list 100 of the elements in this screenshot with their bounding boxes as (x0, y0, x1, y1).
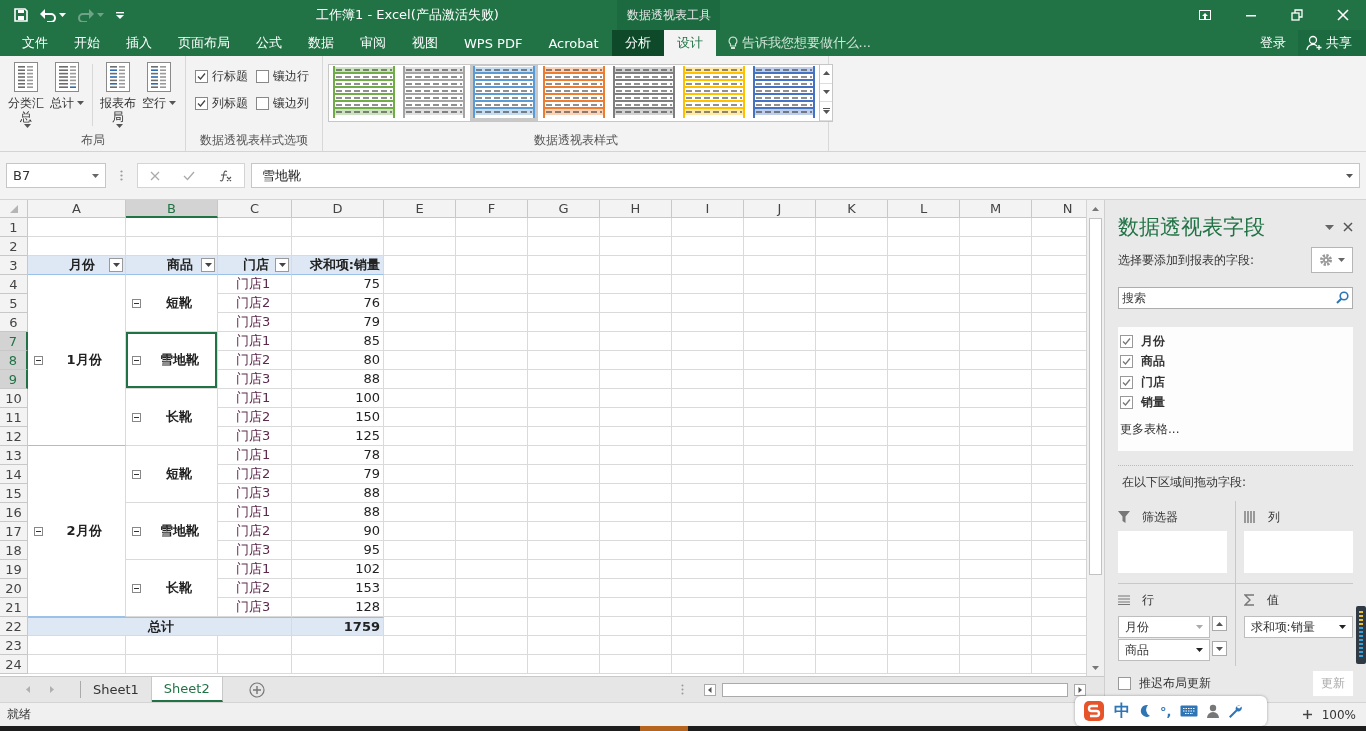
defer-checkbox[interactable]: 推迟布局更新 (1118, 675, 1211, 692)
option-checkbox[interactable]: 行标题 (195, 68, 248, 85)
layout-button[interactable]: 空行 (140, 62, 178, 110)
column-header[interactable]: J (744, 200, 816, 218)
person-icon[interactable] (1207, 704, 1220, 718)
ribbon-tab[interactable]: 开始 (61, 30, 113, 56)
row-header[interactable]: 20 (0, 579, 28, 598)
row-header[interactable]: 11 (0, 408, 28, 427)
horizontal-scrollbar-thumb[interactable] (722, 682, 1068, 697)
collapse-icon[interactable] (34, 526, 43, 536)
row-header[interactable]: 23 (0, 636, 28, 655)
collapse-icon[interactable] (132, 583, 141, 593)
filter-dropdown-button[interactable] (275, 258, 289, 272)
scroll-right-icon[interactable] (1074, 683, 1086, 696)
formula-field[interactable]: 雪地靴 (251, 163, 1360, 188)
row-header[interactable]: 12 (0, 427, 28, 446)
collapse-icon[interactable] (132, 526, 141, 536)
column-header[interactable]: L (888, 200, 960, 218)
scroll-left-icon[interactable] (704, 683, 716, 696)
row-header[interactable]: 17 (0, 522, 28, 541)
row-header[interactable]: 19 (0, 560, 28, 579)
column-header[interactable]: B (126, 200, 218, 218)
option-checkbox[interactable]: 镶边行 (256, 68, 309, 85)
ribbon-tab[interactable]: 视图 (399, 30, 451, 56)
customize-button[interactable] (114, 9, 126, 21)
row-header[interactable]: 22 (0, 617, 28, 636)
layout-button[interactable]: 分类汇总 (7, 62, 45, 128)
more-tables-link[interactable]: 更多表格... (1120, 421, 1351, 438)
row-header[interactable]: 14 (0, 465, 28, 484)
moon-icon[interactable] (1139, 704, 1151, 718)
filter-dropdown-button[interactable] (201, 258, 215, 272)
field-checkbox[interactable]: 商品 (1120, 351, 1351, 372)
filter-dropdown-button[interactable] (109, 258, 123, 272)
keyboard-icon[interactable] (1180, 705, 1199, 717)
row-header[interactable]: 18 (0, 541, 28, 560)
wrench-icon[interactable] (1228, 704, 1243, 718)
sheet-tab[interactable]: Sheet2 (151, 677, 223, 702)
ribbon-tab[interactable]: 插入 (113, 30, 165, 56)
column-header[interactable]: A (28, 200, 126, 218)
row-header[interactable]: 2 (0, 237, 28, 256)
share-button[interactable]: 共享 (1298, 30, 1366, 56)
row-header[interactable]: 1 (0, 218, 28, 237)
row-header[interactable]: 24 (0, 655, 28, 674)
column-header[interactable]: K (816, 200, 888, 218)
table-style-thumbnail[interactable] (613, 66, 675, 118)
column-header[interactable]: I (672, 200, 744, 218)
column-header[interactable]: D (292, 200, 384, 218)
collapse-icon[interactable] (132, 298, 141, 308)
column-header[interactable]: E (384, 200, 456, 218)
column-header[interactable]: H (600, 200, 672, 218)
zoom-in-icon[interactable] (1302, 710, 1312, 719)
collapse-icon[interactable] (132, 412, 141, 422)
field-chip[interactable]: 月份 (1118, 616, 1210, 638)
collapse-icon[interactable] (132, 469, 141, 479)
ribbon-tab[interactable]: 页面布局 (165, 30, 243, 56)
column-header[interactable]: M (960, 200, 1032, 218)
ribbon-tab[interactable]: 文件 (9, 30, 61, 56)
ribbon-tab[interactable]: 公式 (243, 30, 295, 56)
row-header[interactable]: 3 (0, 256, 28, 275)
field-chip[interactable]: 商品 (1118, 639, 1210, 661)
collapse-icon[interactable] (34, 355, 43, 365)
punctuation-label[interactable]: °, (1160, 703, 1172, 719)
table-style-thumbnail[interactable] (683, 66, 745, 118)
column-header[interactable]: N (1032, 200, 1086, 218)
table-style-thumbnail[interactable] (473, 66, 535, 118)
ribbon-tab[interactable]: 分析 (611, 30, 664, 56)
row-header[interactable]: 10 (0, 389, 28, 408)
table-style-thumbnail[interactable] (753, 66, 815, 118)
tell-me-field[interactable]: 告诉我您想要做什么... (727, 30, 871, 56)
product-cell[interactable]: 雪地靴 (126, 332, 218, 389)
field-checkbox[interactable]: 月份 (1120, 331, 1351, 352)
option-checkbox[interactable]: 列标题 (195, 95, 248, 112)
settings-button[interactable] (1311, 247, 1353, 273)
layout-button[interactable]: 总计 (48, 62, 86, 110)
row-header[interactable]: 9 (0, 370, 28, 389)
move-down-button[interactable] (1211, 641, 1227, 656)
panel-menu-icon[interactable] (1325, 224, 1334, 230)
layout-button[interactable]: 报表布局 (99, 62, 137, 128)
field-checkbox[interactable]: 销量 (1120, 392, 1351, 413)
zoom-level[interactable]: 100% (1321, 707, 1356, 722)
row-header[interactable]: 15 (0, 484, 28, 503)
row-header[interactable]: 7 (0, 332, 28, 351)
collapse-icon[interactable] (132, 355, 141, 365)
function-icon[interactable] (218, 169, 233, 182)
ribbon-tab[interactable]: Acrobat (535, 30, 612, 56)
row-header[interactable]: 4 (0, 275, 28, 294)
column-header[interactable]: C (218, 200, 292, 218)
input-mode-label[interactable]: 中 (1114, 700, 1130, 722)
table-style-thumbnail[interactable] (403, 66, 465, 118)
name-box[interactable]: B7 (6, 163, 106, 188)
move-up-button[interactable] (1211, 616, 1227, 631)
sign-in-link[interactable]: 登录 (1248, 30, 1298, 56)
table-style-thumbnail[interactable] (333, 66, 395, 118)
row-header[interactable]: 6 (0, 313, 28, 332)
field-checkbox[interactable]: 门店 (1120, 372, 1351, 393)
search-field[interactable]: 搜索 (1118, 287, 1353, 309)
save-button[interactable] (12, 6, 30, 24)
row-header[interactable]: 16 (0, 503, 28, 522)
ribbon-tab[interactable]: WPS PDF (451, 30, 536, 56)
add-sheet-icon[interactable] (248, 681, 265, 698)
